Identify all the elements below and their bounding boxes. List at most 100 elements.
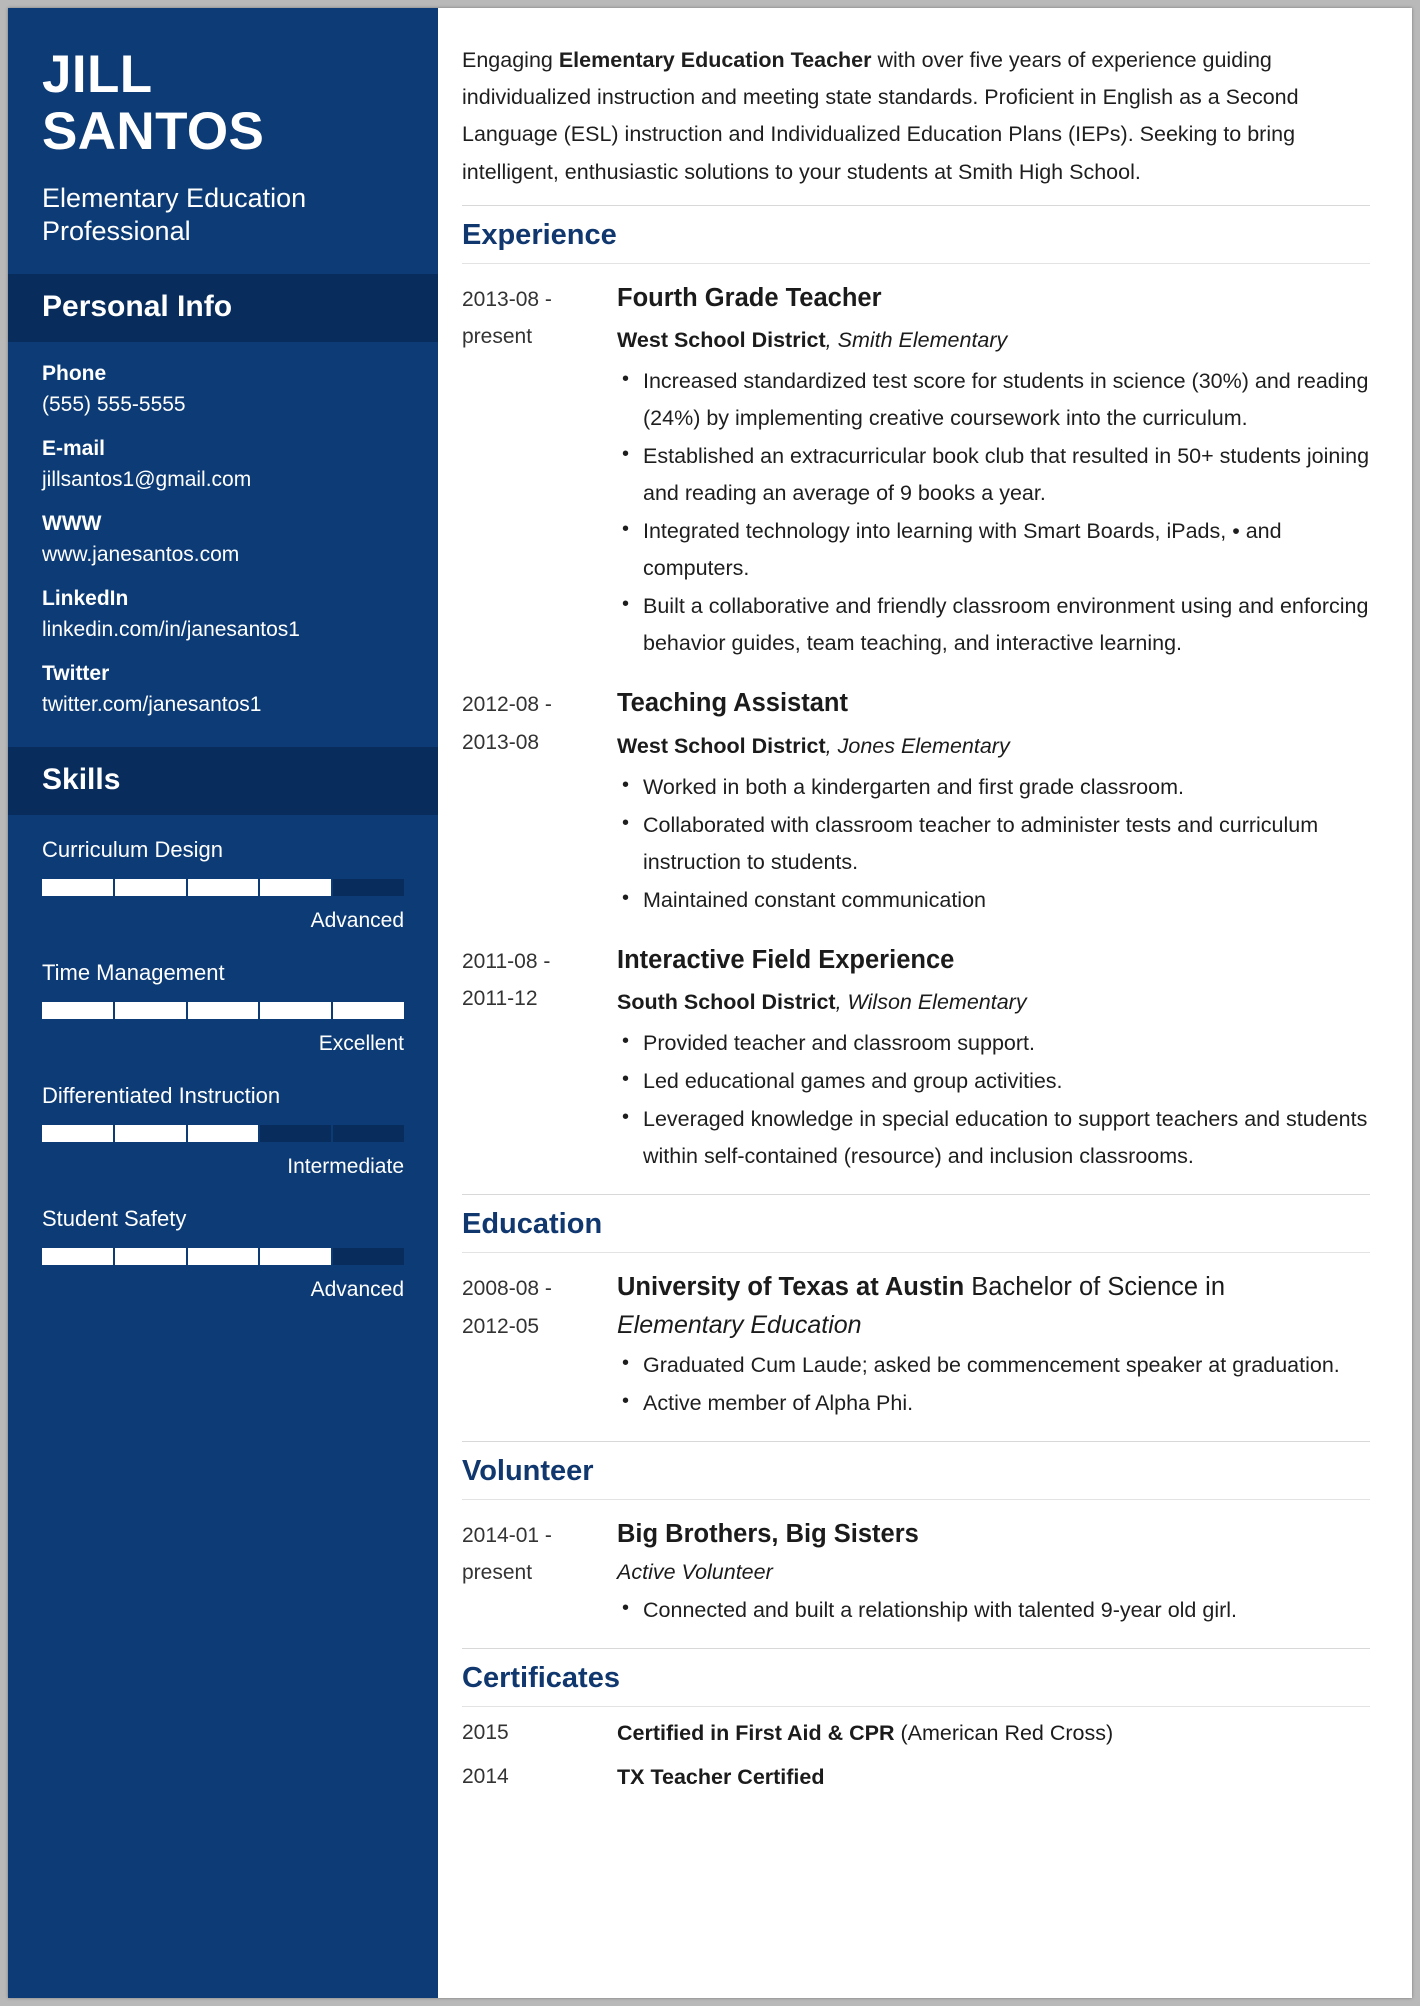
skill-bar xyxy=(42,879,404,897)
screenshot-canvas: JILL SANTOS Elementary Education Profess… xyxy=(0,0,1420,2006)
skill-bar xyxy=(42,1125,404,1143)
section-title-certificates: Certificates xyxy=(462,1648,1370,1708)
responsibility-list: Provided teacher and classroom support. … xyxy=(617,1024,1370,1175)
certificate-row: 2014 TX Teacher Certified xyxy=(462,1751,1370,1795)
list-item: Integrated technology into learning with… xyxy=(622,512,1370,587)
list-item: Maintained constant communication xyxy=(622,881,1370,919)
last-name: SANTOS xyxy=(42,102,265,162)
entry-date-to: 2012-05 xyxy=(462,1314,540,1338)
info-label: WWW xyxy=(42,512,102,536)
employer-line: West School District, Jones Elementary xyxy=(617,730,1370,762)
certificate-year: 2015 xyxy=(462,1721,509,1745)
info-value-phone: (555) 555-5555 xyxy=(42,393,186,417)
entry-body: Teaching Assistant West School District,… xyxy=(617,686,1370,920)
list-item: Increased standardized test score for st… xyxy=(622,362,1370,437)
entry-dates: 2014-01 - present xyxy=(462,1517,617,1630)
first-name: JILL xyxy=(42,45,153,104)
main-content: Engaging Elementary Education Teacher wi… xyxy=(438,8,1412,1998)
skill-bar-ticks xyxy=(42,1248,404,1266)
volunteer-role: Active Volunteer xyxy=(617,1560,773,1585)
list-item: Collaborated with classroom teacher to a… xyxy=(622,806,1370,881)
skill-bar-ticks xyxy=(42,1125,404,1143)
skill-item: Time Management Excellent xyxy=(42,960,404,1056)
info-label: Phone xyxy=(42,362,107,386)
skill-level: Advanced xyxy=(310,1278,404,1302)
experience-entry: 2011-08 - 2011-12 Interactive Field Expe… xyxy=(462,926,1370,1183)
employer-location: , Smith Elementary xyxy=(825,328,1008,353)
employer-location: , Jones Elementary xyxy=(825,733,1010,758)
entry-date-to: present xyxy=(462,325,533,349)
skills-heading: Skills xyxy=(8,747,438,816)
employer-line: West School District, Smith Elementary xyxy=(617,324,1370,356)
list-item: Led educational games and group activiti… xyxy=(622,1062,1370,1100)
list-item: Leveraged knowledge in special education… xyxy=(622,1100,1370,1175)
info-label: LinkedIn xyxy=(42,587,129,611)
certificate-issuer: (American Red Cross) xyxy=(894,1721,1114,1746)
info-value-email[interactable]: jillsantos1@gmail.com xyxy=(42,468,404,492)
section-education: Education 2008-08 - 2012-05 University o… xyxy=(462,1194,1370,1428)
employer-name: South School District xyxy=(617,990,836,1015)
certificate-name: TX Teacher Certified xyxy=(617,1765,825,1790)
list-item: Built a collaborative and friendly class… xyxy=(622,587,1370,662)
entry-date-to: 2013-08 xyxy=(462,730,540,754)
entry-dates: 2013-08 - present xyxy=(462,281,617,663)
list-item: Provided teacher and classroom support. xyxy=(622,1024,1370,1062)
employer-name: West School District xyxy=(617,733,826,758)
info-value-website[interactable]: www.janesantos.com xyxy=(42,543,404,567)
employer-line: South School District, Wilson Elementary xyxy=(617,986,1370,1018)
entry-body: Interactive Field Experience South Schoo… xyxy=(617,943,1370,1177)
list-item: Worked in both a kindergarten and first … xyxy=(622,768,1370,806)
skill-name: Student Safety xyxy=(42,1206,187,1232)
entry-date-to: present xyxy=(462,1561,533,1584)
job-title-heading: Teaching Assistant xyxy=(617,689,848,718)
profile-summary: Engaging Elementary Education Teacher wi… xyxy=(462,42,1370,191)
employer-location: , Wilson Elementary xyxy=(835,990,1027,1015)
info-item-phone: Phone (555) 555-5555 xyxy=(42,362,404,417)
certificate-row: 2015 Certified in First Aid & CPR (Ameri… xyxy=(462,1707,1370,1751)
skill-bar xyxy=(42,1248,404,1266)
entry-dates: 2008-08 - 2012-05 xyxy=(462,1270,617,1422)
summary-part-1: Engaging xyxy=(462,48,559,72)
volunteer-entry: 2014-01 - present Big Brothers, Big Sist… xyxy=(462,1500,1370,1636)
skill-item: Curriculum Design Advanced xyxy=(42,837,404,933)
skill-name: Time Management xyxy=(42,960,225,986)
section-title-education: Education xyxy=(462,1194,1370,1254)
entry-body: Big Brothers, Big Sisters Active Volunte… xyxy=(617,1517,1370,1630)
entry-date-from: 2008-08 - xyxy=(462,1277,552,1301)
info-item-email: E-mail jillsantos1@gmail.com xyxy=(42,437,404,492)
sidebar: JILL SANTOS Elementary Education Profess… xyxy=(8,8,438,1998)
skill-item: Student Safety Advanced xyxy=(42,1206,404,1302)
experience-entry: 2012-08 - 2013-08 Teaching Assistant Wes… xyxy=(462,669,1370,926)
entry-body: University of Texas at Austin Bachelor o… xyxy=(617,1270,1370,1422)
info-label: Twitter xyxy=(42,662,110,686)
certificate-text: Certified in First Aid & CPR (American R… xyxy=(617,1721,1370,1746)
entry-date-from: 2014-01 - xyxy=(462,1523,552,1547)
job-title-heading: Fourth Grade Teacher xyxy=(617,283,882,312)
degree-field: Elementary Education xyxy=(617,1310,862,1339)
volunteer-highlights: Connected and built a relationship with … xyxy=(617,1591,1370,1629)
entry-dates: 2012-08 - 2013-08 xyxy=(462,686,617,920)
skill-name: Differentiated Instruction xyxy=(42,1083,281,1109)
entry-date-from: 2013-08 - xyxy=(462,287,552,311)
entry-body: Fourth Grade Teacher West School Distric… xyxy=(617,281,1370,663)
info-value-linkedin[interactable]: linkedin.com/in/janesantos1 xyxy=(42,618,404,642)
skill-level: Intermediate xyxy=(287,1155,404,1179)
skill-bar-ticks xyxy=(42,879,404,897)
info-item-linkedin: LinkedIn linkedin.com/in/janesantos1 xyxy=(42,587,404,642)
job-title-heading: Interactive Field Experience xyxy=(617,945,955,974)
info-value-twitter[interactable]: twitter.com/janesantos1 xyxy=(42,693,404,717)
personal-info-list: Phone (555) 555-5555 E-mail jillsantos1@… xyxy=(8,342,438,747)
certificate-name: Certified in First Aid & CPR xyxy=(617,1721,895,1746)
entry-dates: 2011-08 - 2011-12 xyxy=(462,943,617,1177)
job-title: Elementary Education Professional xyxy=(42,183,307,247)
list-item: Active member of Alpha Phi. xyxy=(622,1384,1370,1422)
list-item: Connected and built a relationship with … xyxy=(622,1591,1370,1629)
info-item-twitter: Twitter twitter.com/janesantos1 xyxy=(42,662,404,717)
entry-date-to: 2011-12 xyxy=(462,987,538,1011)
education-entry: 2008-08 - 2012-05 University of Texas at… xyxy=(462,1253,1370,1428)
section-title-volunteer: Volunteer xyxy=(462,1440,1370,1500)
responsibility-list: Increased standardized test score for st… xyxy=(617,362,1370,662)
list-item: Established an extracurricular book club… xyxy=(622,437,1370,512)
section-volunteer: Volunteer 2014-01 - present Big Brothers… xyxy=(462,1440,1370,1636)
skill-item: Differentiated Instruction Intermediate xyxy=(42,1083,404,1179)
